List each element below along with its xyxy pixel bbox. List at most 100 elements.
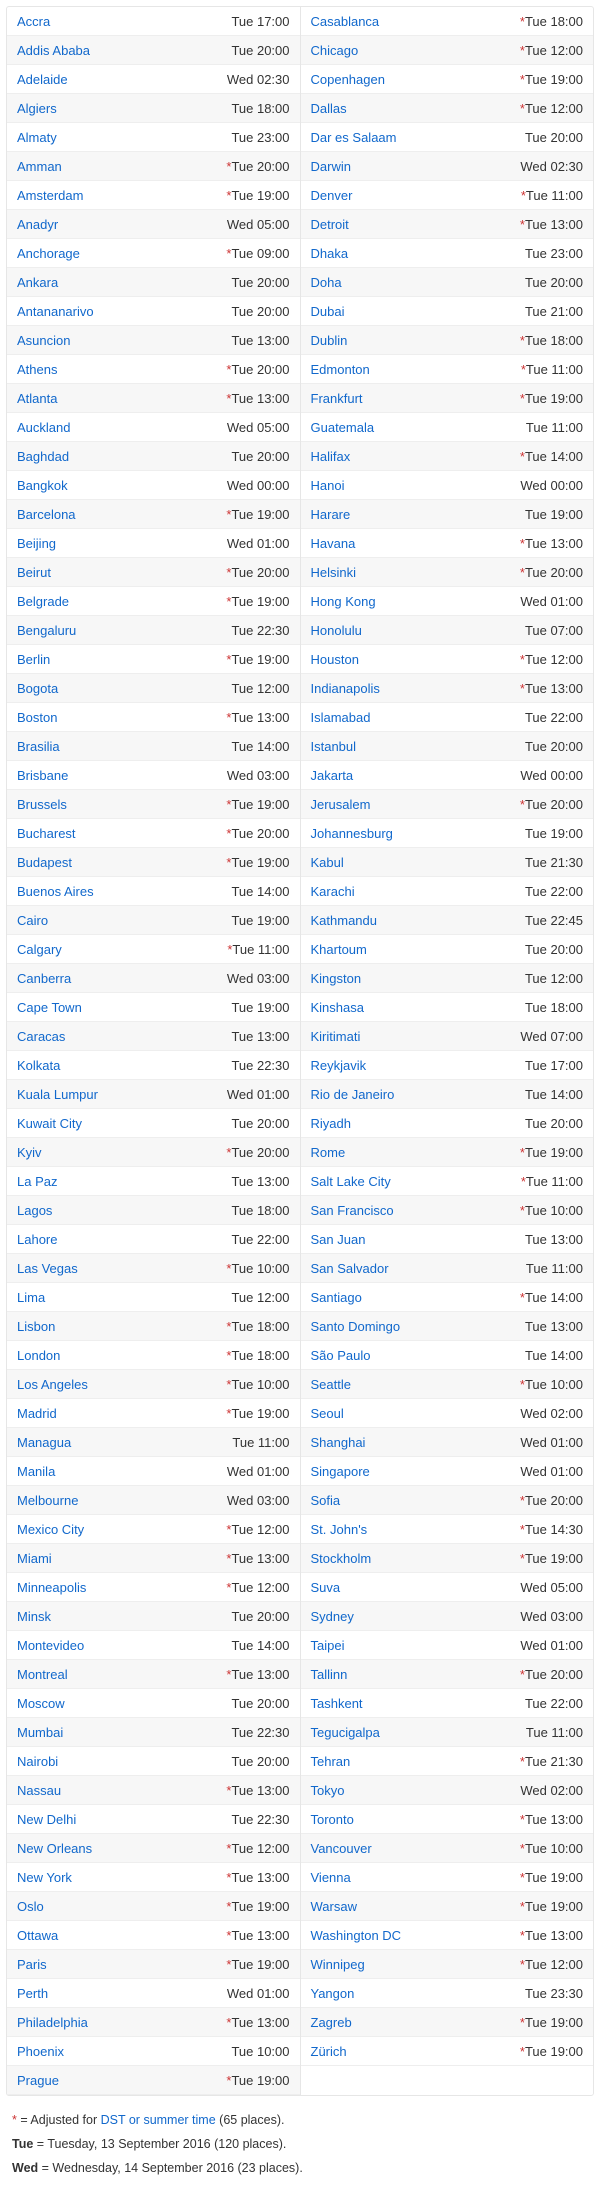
city-link[interactable]: Dar es Salaam	[311, 130, 525, 145]
city-link[interactable]: Asuncion	[17, 333, 231, 348]
city-link[interactable]: Lisbon	[17, 1319, 224, 1334]
city-link[interactable]: Cairo	[17, 913, 231, 928]
city-link[interactable]: Perth	[17, 1986, 227, 2001]
city-link[interactable]: Nassau	[17, 1783, 224, 1798]
city-link[interactable]: Calgary	[17, 942, 225, 957]
city-link[interactable]: Brussels	[17, 797, 224, 812]
city-link[interactable]: Yangon	[311, 1986, 525, 2001]
city-link[interactable]: Kingston	[311, 971, 525, 986]
city-link[interactable]: Baghdad	[17, 449, 231, 464]
city-link[interactable]: Mumbai	[17, 1725, 231, 1740]
city-link[interactable]: Addis Ababa	[17, 43, 231, 58]
city-link[interactable]: Miami	[17, 1551, 224, 1566]
city-link[interactable]: Melbourne	[17, 1493, 227, 1508]
city-link[interactable]: Vienna	[311, 1870, 518, 1885]
city-link[interactable]: Tehran	[311, 1754, 518, 1769]
city-link[interactable]: Belgrade	[17, 594, 224, 609]
city-link[interactable]: Indianapolis	[311, 681, 518, 696]
city-link[interactable]: St. John's	[311, 1522, 518, 1537]
city-link[interactable]: Montevideo	[17, 1638, 231, 1653]
city-link[interactable]: Almaty	[17, 130, 231, 145]
city-link[interactable]: Bangkok	[17, 478, 227, 493]
city-link[interactable]: Zürich	[311, 2044, 518, 2059]
city-link[interactable]: Anchorage	[17, 246, 224, 261]
city-link[interactable]: Auckland	[17, 420, 227, 435]
city-link[interactable]: Brisbane	[17, 768, 227, 783]
city-link[interactable]: Lahore	[17, 1232, 231, 1247]
city-link[interactable]: Frankfurt	[311, 391, 518, 406]
city-link[interactable]: Montreal	[17, 1667, 224, 1682]
city-link[interactable]: Beirut	[17, 565, 224, 580]
city-link[interactable]: San Francisco	[311, 1203, 518, 1218]
city-link[interactable]: Seoul	[311, 1406, 521, 1421]
city-link[interactable]: Beijing	[17, 536, 227, 551]
city-link[interactable]: Kolkata	[17, 1058, 231, 1073]
dst-link[interactable]: DST or summer time	[101, 2113, 216, 2127]
city-link[interactable]: Kinshasa	[311, 1000, 525, 1015]
city-link[interactable]: Anadyr	[17, 217, 227, 232]
city-link[interactable]: Houston	[311, 652, 518, 667]
city-link[interactable]: Bogota	[17, 681, 231, 696]
city-link[interactable]: Honolulu	[311, 623, 525, 638]
city-link[interactable]: Ankara	[17, 275, 231, 290]
city-link[interactable]: Copenhagen	[311, 72, 518, 87]
city-link[interactable]: Zagreb	[311, 2015, 518, 2030]
city-link[interactable]: Budapest	[17, 855, 224, 870]
city-link[interactable]: Toronto	[311, 1812, 518, 1827]
city-link[interactable]: Phoenix	[17, 2044, 231, 2059]
city-link[interactable]: Lagos	[17, 1203, 231, 1218]
city-link[interactable]: Nairobi	[17, 1754, 231, 1769]
city-link[interactable]: Edmonton	[311, 362, 519, 377]
city-link[interactable]: New Delhi	[17, 1812, 231, 1827]
city-link[interactable]: Dubai	[311, 304, 525, 319]
city-link[interactable]: Shanghai	[311, 1435, 521, 1450]
city-link[interactable]: Lima	[17, 1290, 231, 1305]
city-link[interactable]: Oslo	[17, 1899, 224, 1914]
city-link[interactable]: Reykjavik	[311, 1058, 525, 1073]
city-link[interactable]: São Paulo	[311, 1348, 525, 1363]
city-link[interactable]: Dublin	[311, 333, 518, 348]
city-link[interactable]: Detroit	[311, 217, 518, 232]
city-link[interactable]: Las Vegas	[17, 1261, 224, 1276]
city-link[interactable]: Barcelona	[17, 507, 224, 522]
city-link[interactable]: La Paz	[17, 1174, 231, 1189]
city-link[interactable]: Riyadh	[311, 1116, 525, 1131]
city-link[interactable]: Rome	[311, 1145, 518, 1160]
city-link[interactable]: Jakarta	[311, 768, 521, 783]
city-link[interactable]: Singapore	[311, 1464, 521, 1479]
city-link[interactable]: Canberra	[17, 971, 227, 986]
city-link[interactable]: Jerusalem	[311, 797, 518, 812]
city-link[interactable]: Dallas	[311, 101, 518, 116]
city-link[interactable]: Doha	[311, 275, 525, 290]
city-link[interactable]: Rio de Janeiro	[311, 1087, 525, 1102]
city-link[interactable]: Los Angeles	[17, 1377, 224, 1392]
city-link[interactable]: New Orleans	[17, 1841, 224, 1856]
city-link[interactable]: Khartoum	[311, 942, 525, 957]
city-link[interactable]: Casablanca	[311, 14, 518, 29]
city-link[interactable]: Sydney	[311, 1609, 521, 1624]
city-link[interactable]: Kuwait City	[17, 1116, 231, 1131]
city-link[interactable]: Amman	[17, 159, 224, 174]
city-link[interactable]: Berlin	[17, 652, 224, 667]
city-link[interactable]: Athens	[17, 362, 224, 377]
city-link[interactable]: Brasilia	[17, 739, 231, 754]
city-link[interactable]: Vancouver	[311, 1841, 518, 1856]
city-link[interactable]: Washington DC	[311, 1928, 518, 1943]
city-link[interactable]: Islamabad	[311, 710, 525, 725]
city-link[interactable]: Amsterdam	[17, 188, 224, 203]
city-link[interactable]: Buenos Aires	[17, 884, 231, 899]
city-link[interactable]: Kiritimati	[311, 1029, 521, 1044]
city-link[interactable]: Minneapolis	[17, 1580, 224, 1595]
city-link[interactable]: Tokyo	[311, 1783, 521, 1798]
city-link[interactable]: Santo Domingo	[311, 1319, 525, 1334]
city-link[interactable]: Atlanta	[17, 391, 224, 406]
city-link[interactable]: Stockholm	[311, 1551, 518, 1566]
city-link[interactable]: Kyiv	[17, 1145, 224, 1160]
city-link[interactable]: Guatemala	[311, 420, 526, 435]
city-link[interactable]: Tegucigalpa	[311, 1725, 526, 1740]
city-link[interactable]: Seattle	[311, 1377, 518, 1392]
city-link[interactable]: San Salvador	[311, 1261, 526, 1276]
city-link[interactable]: Suva	[311, 1580, 521, 1595]
city-link[interactable]: New York	[17, 1870, 224, 1885]
city-link[interactable]: Halifax	[311, 449, 518, 464]
